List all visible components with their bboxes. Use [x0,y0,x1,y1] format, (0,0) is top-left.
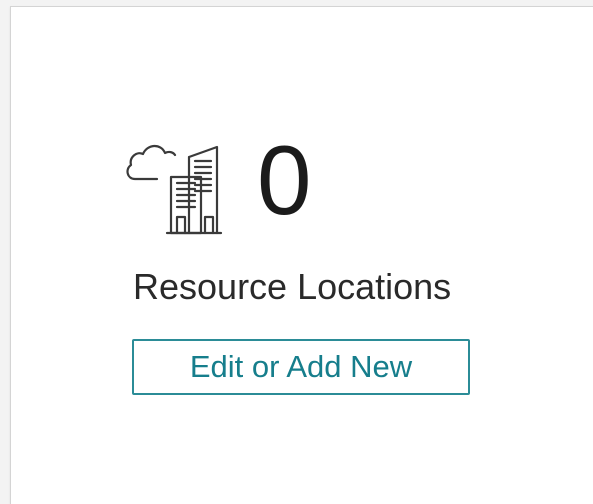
resource-locations-label: Resource Locations [133,266,452,307]
resource-count: 0 [257,125,312,235]
resource-locations-card: 0 Resource Locations Edit or Add New [10,6,593,504]
edit-or-add-new-button[interactable]: Edit or Add New [132,339,470,395]
stat-row: 0 [121,125,312,235]
cloud-buildings-icon [121,125,237,235]
